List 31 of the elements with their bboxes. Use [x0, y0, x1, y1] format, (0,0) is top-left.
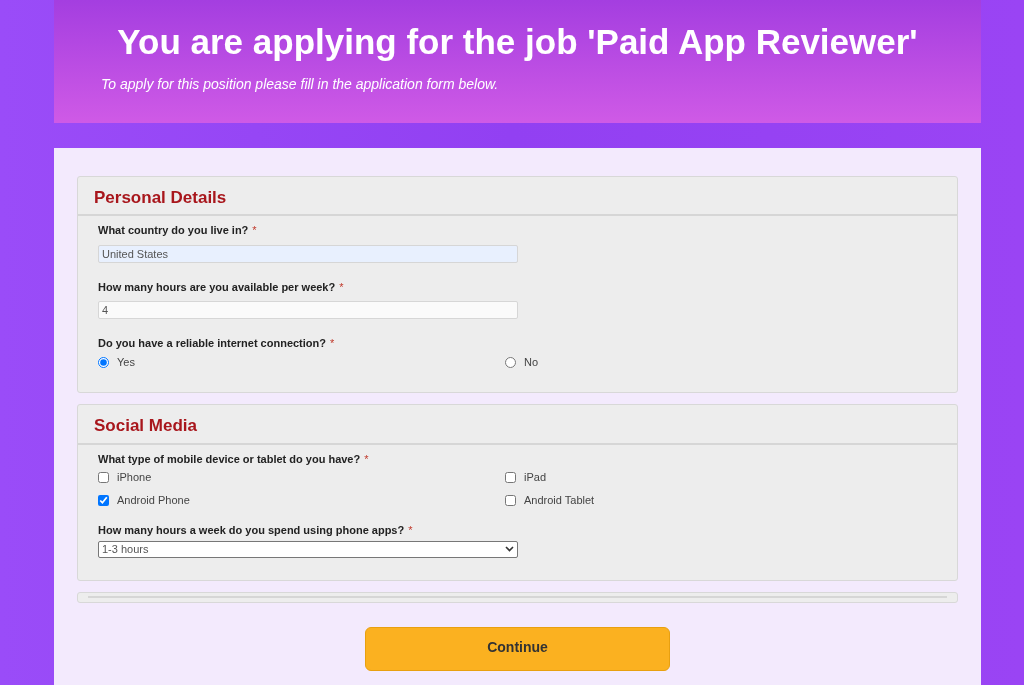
radio-button[interactable] — [505, 356, 516, 368]
required-mark: * — [330, 336, 335, 352]
radio-button[interactable] — [98, 356, 109, 368]
dropdown-field[interactable]: 1-3 hours — [98, 540, 518, 558]
question-label: What country do you live in? — [98, 223, 249, 239]
required-mark: * — [252, 223, 257, 239]
required-mark: * — [339, 279, 344, 295]
required-mark: * — [364, 451, 369, 467]
checkbox[interactable] — [98, 472, 109, 484]
required-mark: * — [408, 523, 413, 539]
checkbox[interactable] — [98, 494, 109, 506]
question-label: How many hours are you available per week? — [98, 279, 336, 295]
question-label: How many hours a week do you spend using phone apps? — [98, 523, 405, 539]
page-subtitle: To apply for this position please fill in the application form below. — [101, 75, 500, 95]
option-label: Yes — [117, 354, 135, 370]
section-title: Personal Details — [78, 177, 957, 217]
checkbox[interactable] — [505, 472, 516, 484]
checkbox[interactable] — [505, 494, 516, 506]
question-label: What type of mobile device or tablet do you have? — [98, 451, 361, 467]
chevron-down-icon — [505, 546, 514, 553]
page-title: You are applying for the job 'Paid App Reviewer' — [116, 22, 919, 63]
option-label: iPhone — [117, 470, 152, 486]
section-title: Social Media — [78, 405, 957, 445]
question-label: Do you have a reliable internet connection? — [98, 336, 326, 352]
option-label: Android Tablet — [524, 492, 595, 508]
text-field[interactable]: 4 — [98, 301, 518, 320]
text-field[interactable]: United States — [98, 244, 518, 263]
continue-button[interactable]: Continue — [365, 626, 670, 671]
option-label: iPad — [524, 470, 547, 486]
option-label: Android Phone — [117, 492, 190, 508]
option-label: No — [524, 354, 539, 370]
